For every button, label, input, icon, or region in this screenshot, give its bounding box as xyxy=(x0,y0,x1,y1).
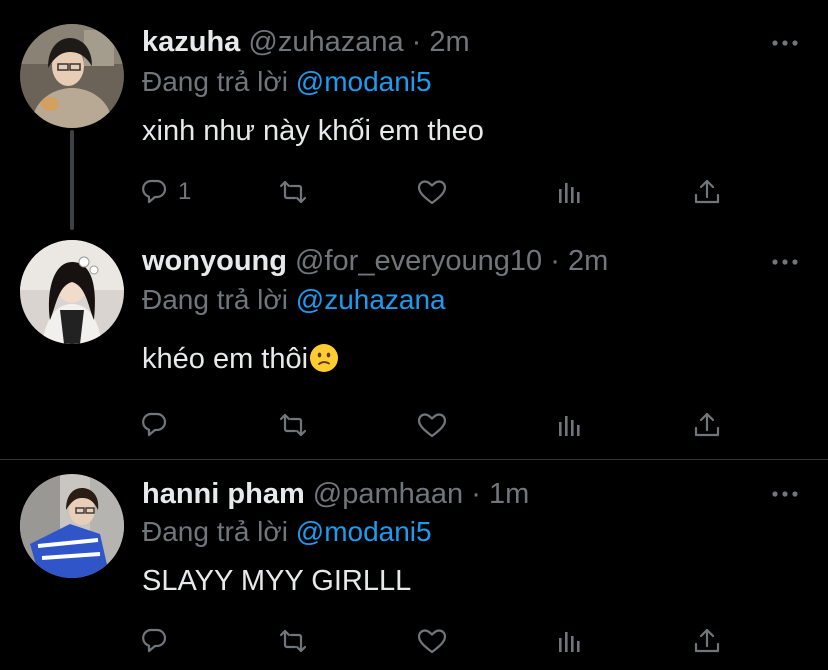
share-icon xyxy=(694,412,720,437)
tweet-header: hanni pham @pamhaan · 1m xyxy=(142,476,529,512)
timestamp[interactable]: 2m xyxy=(568,245,608,277)
avatar-hanni-pham[interactable] xyxy=(20,474,124,578)
replying-to: Đang trả lời @zuhazana xyxy=(142,283,446,317)
more-options-icon[interactable] xyxy=(770,488,800,500)
share-icon xyxy=(694,628,720,653)
retweet-icon xyxy=(279,413,307,437)
replying-prefix: Đang trả lời xyxy=(142,284,288,315)
more-options-icon[interactable] xyxy=(770,256,800,268)
avatar-wonyoung[interactable] xyxy=(20,240,124,344)
share-button[interactable] xyxy=(690,405,724,445)
display-name[interactable]: hanni pham xyxy=(142,478,305,510)
timestamp[interactable]: 1m xyxy=(489,478,529,510)
separator: · xyxy=(471,478,481,510)
like-button[interactable] xyxy=(415,621,449,661)
analytics-button[interactable] xyxy=(552,621,586,661)
tweet-text-row: khéo em thôi xyxy=(142,341,339,377)
analytics-icon xyxy=(559,416,580,436)
tweet-actions xyxy=(0,405,828,445)
retweet-button[interactable] xyxy=(276,405,310,445)
analytics-button[interactable] xyxy=(552,405,586,445)
tweet-text: khéo em thôi xyxy=(142,343,309,375)
analytics-icon xyxy=(559,632,580,652)
tweet-hanni-pham[interactable]: hanni pham @pamhaan · 1m Đang trả lời @m… xyxy=(0,460,828,670)
display-name[interactable]: wonyoung xyxy=(142,245,287,277)
tweet-text: SLAYY MYY GIRLLL xyxy=(142,565,412,597)
tweet-header: wonyoung @for_everyoung10 · 2m xyxy=(142,243,608,279)
replying-prefix: Đang trả lời xyxy=(142,516,288,547)
confused-face-emoji xyxy=(310,344,339,372)
tweet-wonyoung[interactable]: wonyoung @for_everyoung10 · 2m Đang trả … xyxy=(0,0,828,460)
like-icon xyxy=(417,629,447,654)
reply-icon xyxy=(142,628,167,653)
share-button[interactable] xyxy=(690,621,724,661)
separator: · xyxy=(550,245,560,277)
user-handle[interactable]: @pamhaan xyxy=(313,478,463,510)
replying-mention[interactable]: @modani5 xyxy=(296,516,432,547)
reply-button[interactable] xyxy=(140,621,174,661)
replying-to: Đang trả lời @modani5 xyxy=(142,515,432,549)
like-button[interactable] xyxy=(415,405,449,445)
retweet-icon xyxy=(279,629,307,653)
tweet-actions xyxy=(0,621,828,661)
user-handle[interactable]: @for_everyoung10 xyxy=(295,245,542,277)
like-icon xyxy=(417,413,447,438)
replying-mention[interactable]: @zuhazana xyxy=(296,284,446,315)
reply-button[interactable] xyxy=(140,405,174,445)
reply-icon xyxy=(142,412,167,437)
retweet-button[interactable] xyxy=(276,621,310,661)
